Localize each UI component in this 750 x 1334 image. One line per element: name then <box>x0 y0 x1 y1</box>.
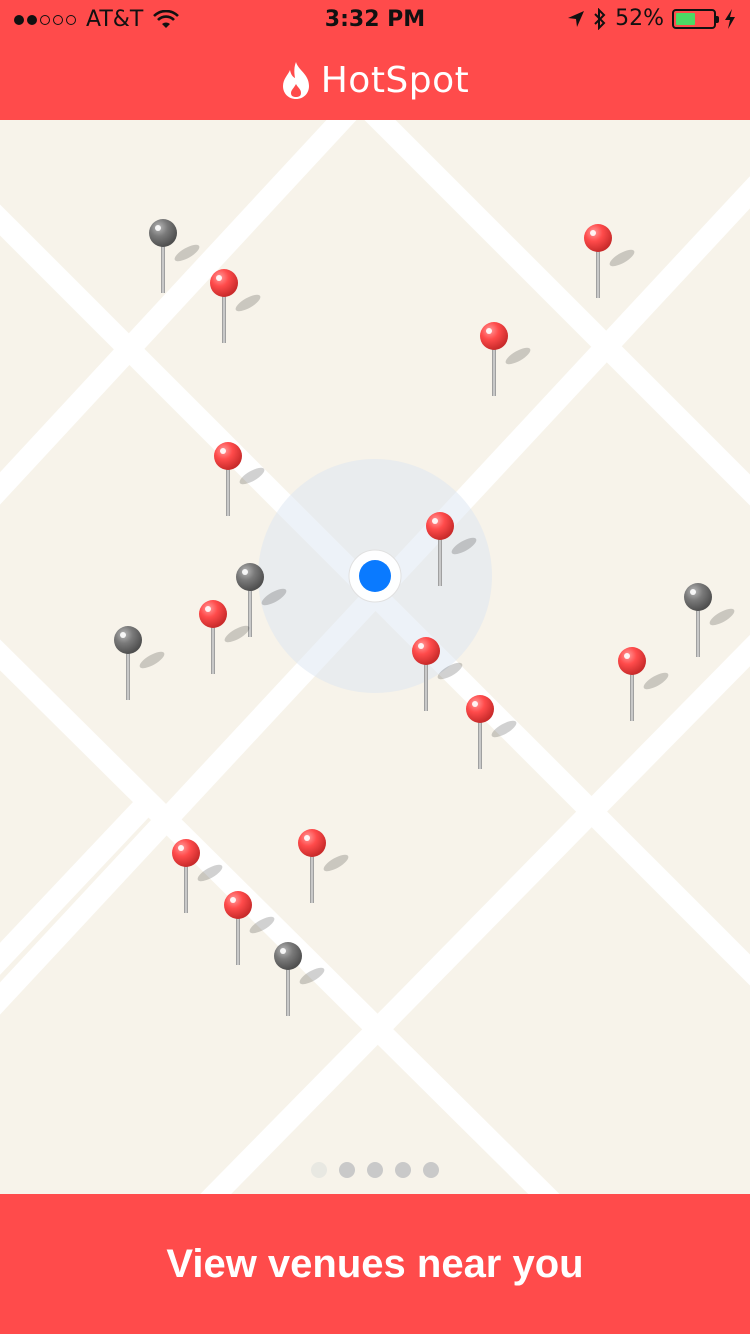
venue-pin-icon[interactable] <box>584 224 637 298</box>
battery-percent: 52% <box>615 6 664 31</box>
venue-pin-icon[interactable] <box>298 829 351 903</box>
venue-pin-icon[interactable] <box>199 600 252 674</box>
app-title: HotSpot <box>320 59 470 101</box>
status-bar: AT&T 3:32 PM 52% <box>0 0 750 40</box>
page-dot[interactable] <box>367 1162 383 1178</box>
battery-level <box>676 12 695 25</box>
venue-pin-icon[interactable] <box>618 647 671 721</box>
charging-bolt-icon <box>725 8 735 29</box>
battery-icon <box>672 8 719 29</box>
venue-pin-icon[interactable] <box>210 269 263 343</box>
status-right: 52% <box>567 6 736 31</box>
app-header: HotSpot <box>0 40 750 120</box>
bluetooth-icon <box>594 7 606 30</box>
location-arrow-icon <box>568 10 585 27</box>
page-dot[interactable] <box>423 1162 439 1178</box>
page-indicator[interactable] <box>0 1162 750 1178</box>
view-venues-label: View venues near you <box>166 1241 584 1286</box>
inactive-venue-pin-icon[interactable] <box>684 583 737 657</box>
page-dot[interactable] <box>311 1162 327 1178</box>
view-venues-button[interactable]: View venues near you <box>0 1194 750 1334</box>
venue-map[interactable] <box>0 120 750 1194</box>
flame-icon <box>282 62 309 99</box>
page-dot[interactable] <box>395 1162 411 1178</box>
user-location-marker <box>348 549 402 603</box>
venue-pin-icon[interactable] <box>480 322 533 396</box>
map-canvas[interactable] <box>0 120 750 1194</box>
page-dot[interactable] <box>339 1162 355 1178</box>
inactive-venue-pin-icon[interactable] <box>114 626 167 700</box>
blue-dot-icon <box>359 560 391 592</box>
